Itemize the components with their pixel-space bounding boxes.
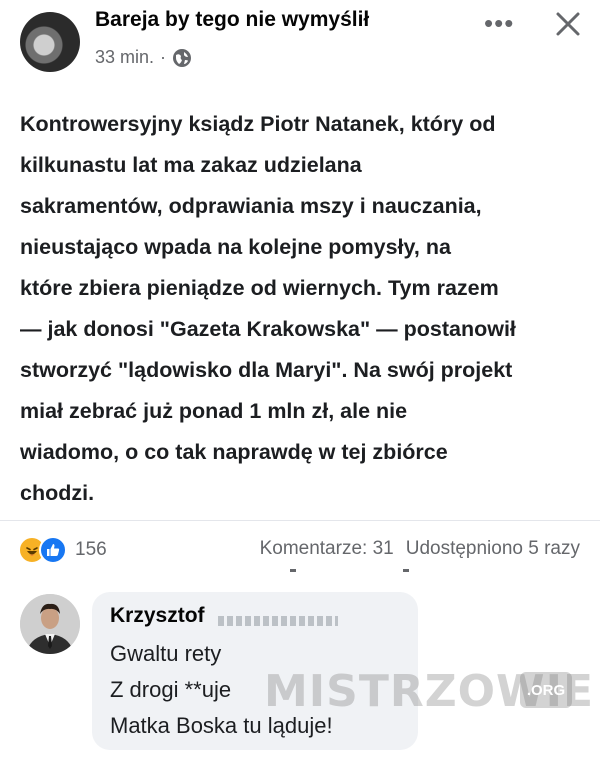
- more-options-icon[interactable]: •••: [484, 8, 514, 39]
- redacted-surname: [218, 616, 338, 626]
- post-meta: 33 min. ·: [95, 47, 192, 68]
- comment-line: Z drogi **uje: [110, 677, 232, 702]
- reaction-count: 156: [75, 539, 107, 560]
- globe-icon: [173, 48, 192, 67]
- post-line: — jak donosi "Gazeta Krakowska" — postan…: [20, 317, 516, 341]
- commenter-avatar[interactable]: [20, 594, 80, 654]
- page-name[interactable]: Bareja by tego nie wymyślił: [95, 8, 369, 32]
- shares-count[interactable]: Udostępniono 5 razy: [406, 538, 580, 560]
- comment-author[interactable]: Krzysztof: [110, 604, 205, 628]
- engagement-counts: Komentarze: 31 Udostępniono 5 razy: [260, 538, 580, 560]
- page-avatar[interactable]: [20, 12, 80, 72]
- post-line: kilkunastu lat ma zakaz udzielana: [20, 153, 362, 177]
- like-icon: [39, 536, 67, 564]
- post-divider: [0, 520, 600, 521]
- post-line: miał zebrać już ponad 1 mln zł, ale nie: [20, 399, 408, 423]
- post-timestamp[interactable]: 33 min.: [95, 47, 154, 68]
- scroll-artifact: [290, 569, 296, 572]
- post-line: wiadomo, o co tak naprawdę w tej zbiórce: [20, 440, 448, 464]
- post-line: nieustająco wpada na kolejne pomysły, na: [20, 235, 451, 259]
- post-line: sakramentów, odprawiania mszy i nauczani…: [20, 194, 482, 218]
- comment-line: Gwaltu rety: [110, 641, 222, 666]
- reactions-summary[interactable]: 156: [18, 536, 107, 564]
- post-line: stworzyć "lądowisko dla Maryi". Na swój …: [20, 358, 513, 382]
- watermark-badge: .ORG: [520, 672, 572, 708]
- post-line: które zbiera pieniądze od wiernych. Tym …: [20, 276, 499, 300]
- post-text: Kontrowersyjny ksiądz Piotr Natanek, któ…: [20, 104, 586, 514]
- close-icon[interactable]: [552, 8, 584, 40]
- comments-count[interactable]: Komentarze: 31: [260, 538, 394, 560]
- scroll-artifact: [403, 569, 409, 572]
- post-line: chodzi.: [20, 481, 95, 505]
- meta-separator: ·: [160, 47, 167, 67]
- post-line: Kontrowersyjny ksiądz Piotr Natanek, któ…: [20, 112, 496, 136]
